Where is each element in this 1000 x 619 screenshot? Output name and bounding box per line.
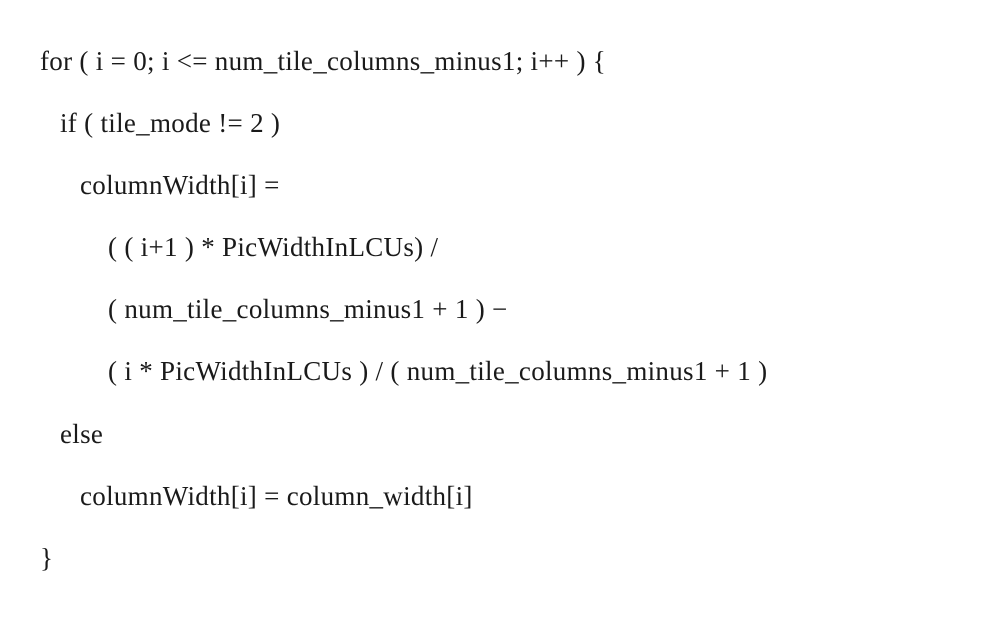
code-line: ( ( i+1 ) * PicWidthInLCUs) / xyxy=(40,216,960,278)
code-line: for ( i = 0; i <= num_tile_columns_minus… xyxy=(40,30,960,92)
code-line: else xyxy=(40,403,960,465)
code-line: ( num_tile_columns_minus1 + 1 ) − xyxy=(40,278,960,340)
code-line: } xyxy=(40,527,960,589)
code-line: ( i * PicWidthInLCUs ) / ( num_tile_colu… xyxy=(40,340,960,402)
pseudocode-block: for ( i = 0; i <= num_tile_columns_minus… xyxy=(40,30,960,589)
code-line: if ( tile_mode != 2 ) xyxy=(40,92,960,154)
code-line: columnWidth[i] = column_width[i] xyxy=(40,465,960,527)
code-line: columnWidth[i] = xyxy=(40,154,960,216)
